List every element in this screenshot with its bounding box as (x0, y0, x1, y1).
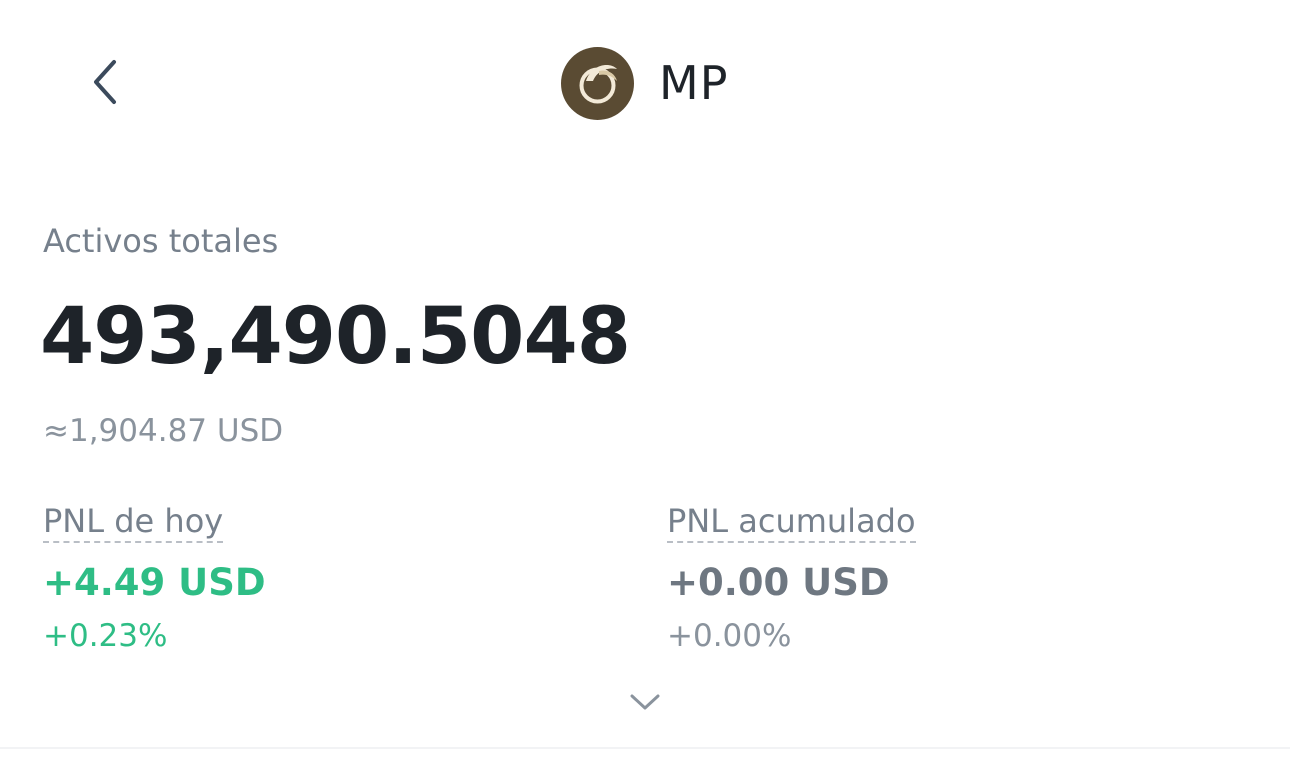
section-divider (0, 747, 1290, 749)
pnl-today-block: PNL de hoy +4.49 USD +0.23% (43, 502, 266, 655)
pnl-cumulative-value: +0.00 USD (667, 561, 890, 604)
header-title-group: MP (561, 46, 728, 120)
total-assets-usd-approx: ≈1,904.87 USD (43, 413, 284, 449)
chevron-left-icon (94, 60, 116, 104)
asset-detail-screen: MP Activos totales 493,490.5048 ≈1,904.8… (0, 0, 1290, 779)
total-assets-value: 493,490.5048 (40, 292, 631, 382)
pnl-cumulative-block: PNL acumulado +0.00 USD +0.00% (667, 502, 916, 655)
mp-coin-logo-icon (561, 46, 634, 120)
page-title: MP (659, 56, 729, 110)
pnl-cumulative-percent: +0.00% (667, 618, 792, 654)
pnl-today-percent: +0.23% (43, 618, 168, 654)
back-button[interactable] (80, 52, 130, 112)
expand-button[interactable] (623, 684, 667, 720)
pnl-today-label[interactable]: PNL de hoy (43, 502, 224, 543)
chevron-down-icon (630, 694, 660, 710)
pnl-cumulative-label[interactable]: PNL acumulado (667, 502, 916, 543)
pnl-today-value: +4.49 USD (43, 561, 266, 604)
total-assets-label: Activos totales (43, 222, 279, 260)
